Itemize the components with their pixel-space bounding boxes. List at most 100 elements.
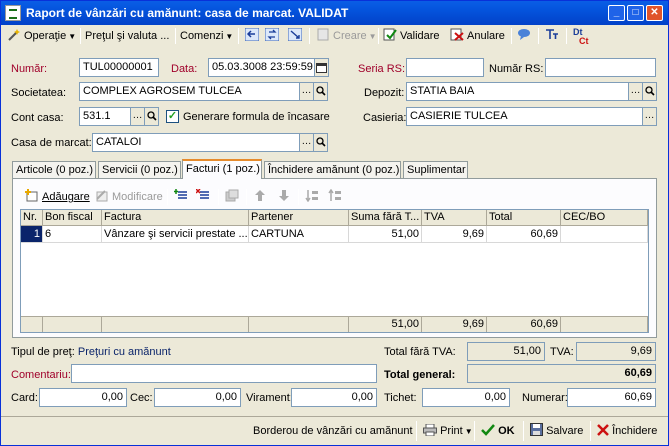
tab-extra[interactable]: Suplimentar [403,161,468,178]
tab-articles[interactable]: Articole (0 poz.) [12,161,96,178]
col-header-sum[interactable]: Suma fără T... [349,210,422,226]
price-type-value[interactable]: Preţuri cu amănunt [78,346,171,358]
company-search-button[interactable] [313,82,328,101]
deposit-input[interactable]: STATIA BAIA [406,82,629,101]
table-row-fiscal[interactable]: 6 [43,226,102,243]
footer-nr [21,316,43,332]
validate-icon [383,28,397,41]
close-window-button[interactable]: ✕ [646,5,663,21]
refresh-button[interactable] [265,26,282,46]
register-input[interactable]: CATALOI [92,133,300,152]
seria-rs-input[interactable] [406,58,484,77]
footer-sum: 51,00 [349,316,422,332]
deposit-browse-button[interactable]: … [628,82,643,101]
search-icon [146,111,157,121]
seria-rs-label: Seria RS: [358,63,406,75]
swap-button[interactable] [288,26,305,46]
operations-label: Operaţie [24,30,67,42]
account-browse-button[interactable]: … [130,107,145,126]
delete-row-button[interactable] [196,187,213,207]
ok-label: OK [498,425,515,437]
calendar-button[interactable] [314,58,329,77]
company-browse-button[interactable]: … [299,82,314,101]
move-down-button[interactable] [277,187,294,207]
print-button[interactable]: Print ▼ [423,421,473,441]
modify-button[interactable]: Modificare [95,187,163,207]
col-header-fiscal[interactable]: Bon fiscal [43,210,102,226]
account-search-button[interactable] [144,107,159,126]
company-input[interactable]: COMPLEX AGROSEM TULCEA [79,82,300,101]
move-up-button[interactable] [253,187,270,207]
footer-tva: 9,69 [422,316,487,332]
cec-input[interactable]: 0,00 [154,388,241,407]
deposit-label: Depozit: [364,87,405,99]
table-row-total[interactable]: 60,69 [487,226,561,243]
title-bar[interactable]: Raport de vânzări cu amănunt: casa de ma… [1,1,668,25]
add-button[interactable]: Adăugare [25,187,90,207]
orders-menu[interactable]: Comenzi ▼ [180,26,233,46]
table-row-sum[interactable]: 51,00 [349,226,422,243]
refresh-icon [265,28,279,41]
operations-menu[interactable]: Operaţie ▼ [7,26,76,46]
save-label: Salvare [546,425,584,437]
col-header-partner[interactable]: Partener [249,210,349,226]
calendar-icon [316,63,327,73]
tab-services[interactable]: Servicii (0 poz.) [98,161,181,178]
numerar-input[interactable]: 60,69 [567,388,656,407]
create-menu[interactable]: Creare ▼ [316,26,377,46]
move-left-button[interactable] [245,26,262,46]
copy-button[interactable] [225,187,242,207]
register-search-button[interactable] [313,133,328,152]
orders-label: Comenzi [180,30,224,42]
table-row-tva[interactable]: 9,69 [422,226,487,243]
minimize-button[interactable]: _ [608,5,625,21]
validate-button[interactable]: Validare [383,26,440,46]
col-header-cec[interactable]: CEC/BO [561,210,648,226]
cashier-input[interactable]: CASIERIE TULCEA [406,107,643,126]
add-row-button[interactable] [174,187,191,207]
date-input[interactable]: 05.03.3008 23:59:59 [208,58,315,77]
formula-checkbox[interactable]: ✓ [166,110,179,123]
chat-button[interactable] [517,26,534,46]
price-currency-button[interactable]: Preţul şi valuta ... [85,26,169,46]
table-row-nr[interactable]: 1 [21,226,43,243]
dtct-button[interactable]: Dt Ct [573,28,589,48]
col-header-invoice[interactable]: Factura [102,210,249,226]
number-input[interactable]: TUL00000001 [79,58,159,77]
save-button[interactable]: Salvare [530,421,583,441]
sort-desc-button[interactable] [328,187,345,207]
tva-value: 9,69 [576,342,656,361]
cashier-label: Casieria: [363,112,407,124]
sort-asc-button[interactable] [305,187,322,207]
modify-label: Modificare [112,191,163,203]
footer-partner [249,316,349,332]
card-input[interactable]: 0,00 [39,388,127,407]
cashier-browse-button[interactable]: … [642,107,657,126]
font-button[interactable] [545,26,562,46]
number-label: Număr: [11,63,48,75]
price-type-label: Tipul de preţ: Preţuri cu amănunt [11,346,171,358]
comment-label: Comentariu: [11,369,71,381]
deposit-search-button[interactable] [642,82,657,101]
close-button[interactable]: Închidere [597,421,657,441]
grand-total-value: 60,69 [467,364,656,383]
table-row-partner[interactable]: CARTUNA [249,226,349,243]
col-header-tva[interactable]: TVA [422,210,487,226]
comment-input[interactable] [71,364,377,383]
ok-button[interactable]: OK [481,421,515,441]
table-row-invoice[interactable]: Vânzare şi servicii prestate ... [102,226,249,243]
numar-rs-input[interactable] [545,58,656,77]
virament-input[interactable]: 0,00 [291,388,377,407]
col-header-nr[interactable]: Nr. [21,210,43,226]
tab-closing[interactable]: Închidere amănunt (0 poz.) [264,161,401,178]
swap-icon [288,28,302,41]
table-row-cec[interactable] [561,226,648,243]
tichet-input[interactable]: 0,00 [422,388,510,407]
cancel-button[interactable]: Anulare [450,26,505,46]
tab-invoices[interactable]: Facturi (1 poz.) [182,159,262,179]
register-browse-button[interactable]: … [299,133,314,152]
account-input[interactable]: 531.1 [79,107,131,126]
col-header-total[interactable]: Total [487,210,561,226]
maximize-button[interactable]: □ [627,5,644,21]
report-button[interactable]: Borderou de vânzări cu amănunt [253,421,413,441]
